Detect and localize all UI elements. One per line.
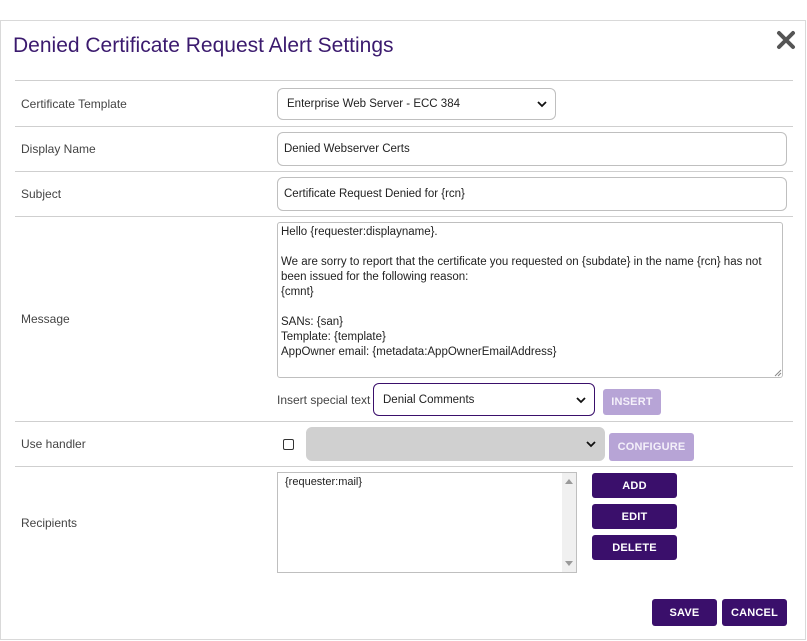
use-handler-row: Use handler CONFIGURE (15, 421, 793, 466)
recipients-scrollbar[interactable] (562, 473, 576, 572)
alert-settings-dialog: Denied Certificate Request Alert Setting… (0, 20, 806, 640)
certificate-template-value: Enterprise Web Server - ECC 384 (287, 98, 460, 110)
message-textarea[interactable]: Hello {requester:displayname}. We are so… (277, 222, 783, 378)
handler-select[interactable] (306, 427, 605, 461)
subject-label: Subject (21, 187, 62, 201)
add-recipient-button[interactable]: ADD (592, 473, 677, 498)
chevron-down-icon (576, 396, 586, 403)
certificate-template-select[interactable]: Enterprise Web Server - ECC 384 (277, 88, 556, 120)
configure-button[interactable]: CONFIGURE (609, 433, 694, 461)
use-handler-checkbox[interactable] (283, 439, 294, 450)
recipients-row: Recipients {requester:mail} ADD EDIT DEL… (15, 466, 793, 578)
scroll-up-icon[interactable] (565, 478, 573, 484)
display-name-value: Denied Webserver Certs (284, 143, 410, 155)
subject-value: Certificate Request Denied for {rcn} (284, 188, 465, 200)
use-handler-label: Use handler (21, 437, 86, 451)
display-name-label: Display Name (21, 142, 96, 156)
dialog-title: Denied Certificate Request Alert Setting… (13, 34, 394, 57)
delete-recipient-button[interactable]: DELETE (592, 535, 677, 560)
recipients-list[interactable]: {requester:mail} (277, 472, 577, 573)
subject-field[interactable]: Certificate Request Denied for {rcn} (277, 177, 787, 211)
certificate-template-label: Certificate Template (21, 97, 127, 111)
resize-handle-icon[interactable] (774, 369, 782, 377)
recipient-item[interactable]: {requester:mail} (285, 476, 362, 488)
recipients-label: Recipients (21, 516, 78, 530)
chevron-down-icon (586, 441, 596, 448)
display-name-field[interactable]: Denied Webserver Certs (277, 132, 787, 166)
display-name-row: Display Name Denied Webserver Certs (15, 126, 793, 171)
message-label: Message (21, 312, 70, 326)
certificate-template-row: Certificate Template Enterprise Web Serv… (15, 80, 793, 126)
chevron-down-icon (537, 101, 547, 108)
special-text-value: Denial Comments (383, 393, 475, 406)
special-text-select[interactable]: Denial Comments (373, 383, 595, 416)
cancel-button[interactable]: CANCEL (722, 599, 787, 626)
scroll-down-icon[interactable] (565, 561, 573, 567)
subject-row: Subject Certificate Request Denied for {… (15, 171, 793, 216)
message-row: Message Hello {requester:displayname}. W… (15, 216, 793, 421)
edit-recipient-button[interactable]: EDIT (592, 504, 677, 529)
insert-special-text-label: Insert special text (277, 393, 371, 407)
insert-button[interactable]: INSERT (603, 389, 661, 415)
close-icon[interactable] (775, 29, 797, 51)
save-button[interactable]: SAVE (652, 599, 717, 626)
